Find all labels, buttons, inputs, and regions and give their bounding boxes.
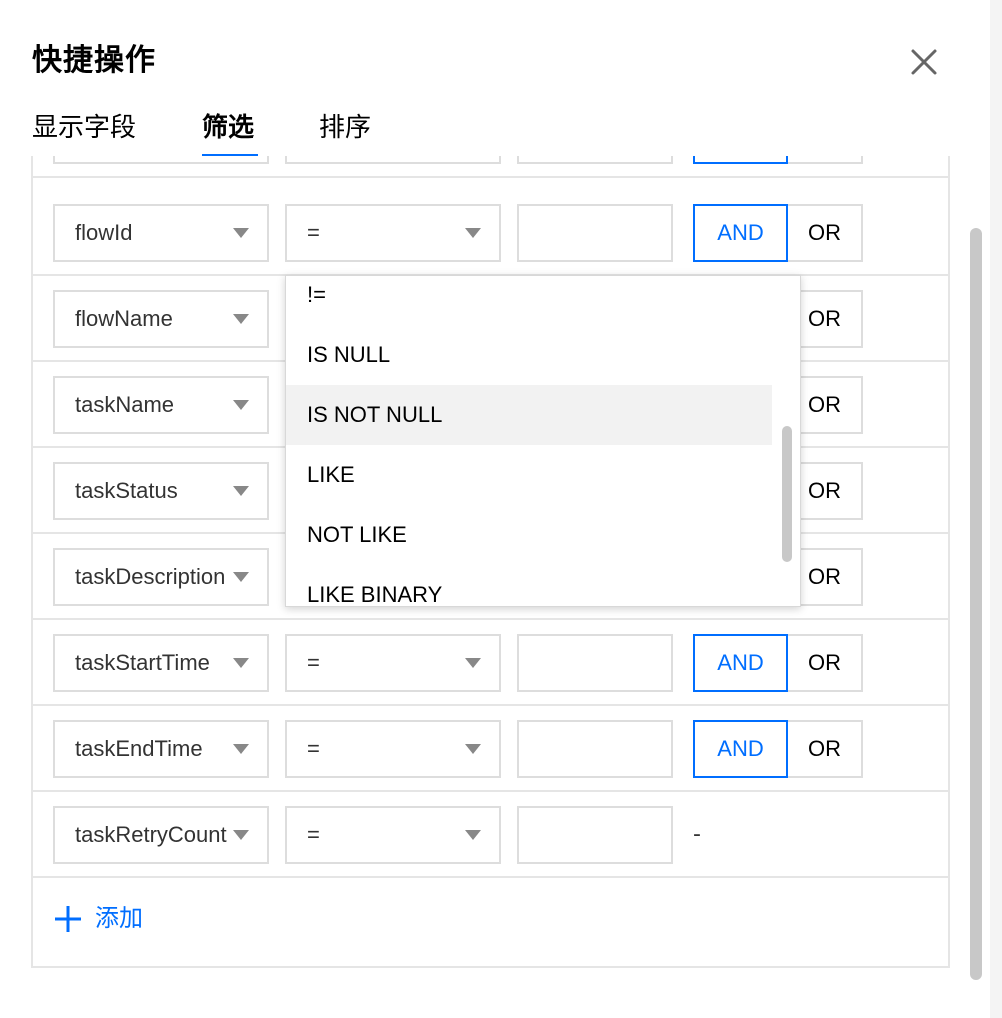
- dropdown-option[interactable]: LIKE: [286, 445, 772, 505]
- field-select[interactable]: flowId: [53, 204, 269, 262]
- window-edge: [990, 0, 1002, 1018]
- filter-row: taskRetryCount = -: [33, 792, 948, 878]
- and-button[interactable]: AND: [693, 634, 788, 692]
- dropdown-option-hovered[interactable]: IS NOT NULL: [286, 385, 772, 445]
- add-filter-label: 添加: [95, 904, 143, 932]
- caret-down-icon: [233, 572, 249, 582]
- field-select[interactable]: taskEndTime: [53, 720, 269, 778]
- dropdown-option[interactable]: IS NULL: [286, 325, 772, 385]
- and-button[interactable]: AND: [693, 156, 788, 164]
- field-select-value: taskDescription: [75, 564, 226, 589]
- or-button[interactable]: OR: [786, 634, 863, 692]
- caret-down-icon: [233, 400, 249, 410]
- caret-down-icon: [233, 486, 249, 496]
- operator-select[interactable]: =: [285, 806, 501, 864]
- caret-down-icon: [233, 228, 249, 238]
- panel-title: 快捷操作: [32, 43, 156, 78]
- field-select[interactable]: taskName: [53, 376, 269, 434]
- dropdown-scrollbar[interactable]: [782, 426, 792, 562]
- operator-select-value: =: [307, 220, 320, 245]
- operator-select-value: =: [307, 736, 320, 761]
- panel-scrollbar[interactable]: [970, 228, 982, 980]
- field-select-value: taskStatus: [75, 478, 178, 503]
- close-icon[interactable]: [906, 44, 942, 80]
- field-select[interactable]: taskDescription: [53, 548, 269, 606]
- field-select[interactable]: taskRetryCount: [53, 806, 269, 864]
- field-select-value: taskRetryCount: [75, 822, 227, 847]
- field-select-value: flowName: [75, 306, 173, 331]
- value-input[interactable]: [517, 634, 673, 692]
- field-select[interactable]: taskStartTime: [53, 634, 269, 692]
- caret-down-icon: [465, 658, 481, 668]
- no-connector-dash: -: [693, 822, 701, 847]
- operator-select-value: =: [307, 650, 320, 675]
- and-button[interactable]: AND: [693, 204, 788, 262]
- operator-select[interactable]: =: [285, 634, 501, 692]
- tab-sort[interactable]: 排序: [319, 108, 371, 148]
- filter-row: taskStartTime = AND OR: [33, 620, 948, 706]
- dropdown-option[interactable]: LIKE BINARY: [286, 565, 772, 606]
- dropdown-option[interactable]: NOT LIKE: [286, 505, 772, 565]
- filter-row: flowId = AND OR: [33, 190, 948, 276]
- field-select[interactable]: [53, 156, 269, 164]
- value-input[interactable]: [517, 720, 673, 778]
- field-select-value: taskStartTime: [75, 650, 210, 675]
- field-select-value: [75, 156, 231, 162]
- filter-row: AND OR: [33, 156, 948, 178]
- or-button[interactable]: OR: [786, 720, 863, 778]
- dropdown-option[interactable]: !=: [286, 276, 772, 325]
- field-select-value: taskEndTime: [75, 736, 203, 761]
- caret-down-icon: [465, 830, 481, 840]
- tab-display-fields[interactable]: 显示字段: [32, 108, 136, 148]
- operator-select[interactable]: =: [285, 720, 501, 778]
- caret-down-icon: [233, 830, 249, 840]
- value-input[interactable]: [517, 806, 673, 864]
- field-select-value: flowId: [75, 220, 133, 245]
- operator-select[interactable]: =: [285, 204, 501, 262]
- plus-icon: [55, 906, 81, 932]
- quick-actions-panel: 快捷操作 显示字段 筛选 排序 AND OR flowId: [0, 0, 1002, 1018]
- tab-filter[interactable]: 筛选: [202, 108, 254, 148]
- operator-select[interactable]: [285, 156, 501, 164]
- operator-dropdown: != IS NULL IS NOT NULL LIKE NOT LIKE LIK…: [285, 275, 801, 607]
- caret-down-icon: [233, 658, 249, 668]
- caret-down-icon: [465, 228, 481, 238]
- or-button[interactable]: OR: [786, 156, 863, 164]
- value-input[interactable]: [517, 156, 673, 164]
- or-button[interactable]: OR: [786, 204, 863, 262]
- field-select[interactable]: taskStatus: [53, 462, 269, 520]
- field-select[interactable]: flowName: [53, 290, 269, 348]
- caret-down-icon: [233, 744, 249, 754]
- field-select-value: taskName: [75, 392, 175, 417]
- and-button[interactable]: AND: [693, 720, 788, 778]
- caret-down-icon: [233, 314, 249, 324]
- operator-select-value: =: [307, 822, 320, 847]
- filter-row: taskEndTime = AND OR: [33, 706, 948, 792]
- caret-down-icon: [465, 744, 481, 754]
- value-input[interactable]: [517, 204, 673, 262]
